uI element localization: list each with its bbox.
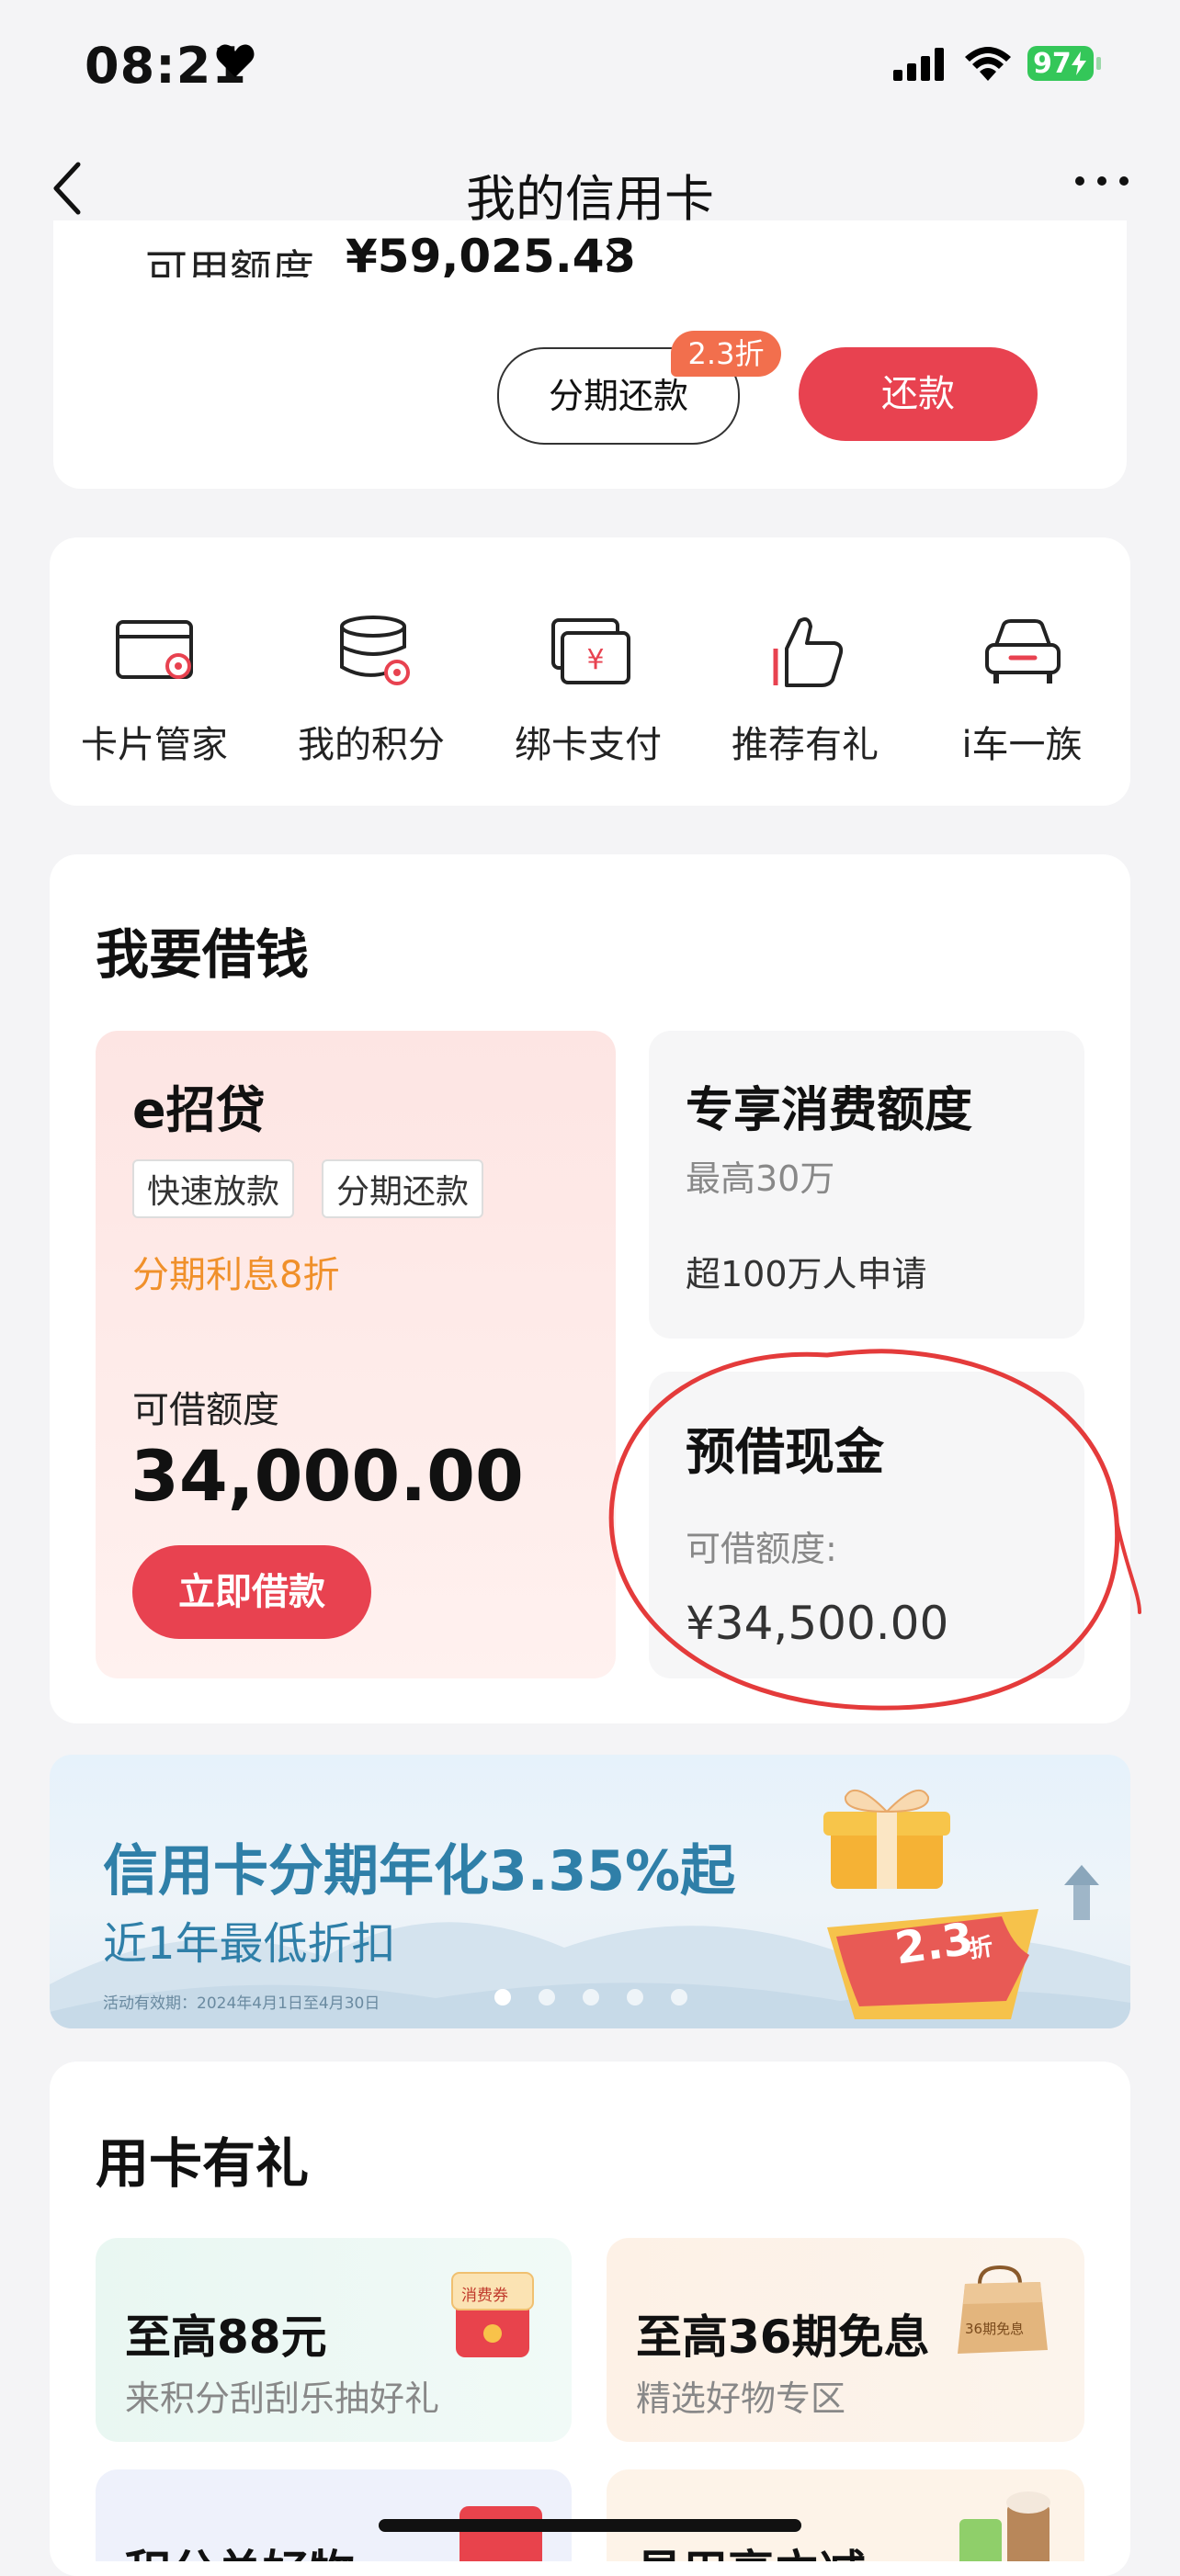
gift-card-partial-left[interactable]: 积分兑好物 [96, 2469, 572, 2561]
quick-action-label[interactable]: 我的积分 [279, 715, 463, 768]
quick-action-label[interactable]: 绑卡支付 [496, 715, 680, 768]
gift-title-partial: 积分兑好物 [125, 2536, 355, 2561]
banner-headline: 信用卡分期年化3.35%起 [103, 1839, 736, 1904]
banner-badge-unit: 折 [967, 1933, 995, 1964]
ezd-tag: 分期还款 [322, 1159, 484, 1218]
card-summary-limit-row[interactable]: 可用额度 ¥59,025.43 [53, 220, 1127, 277]
quick-action-label[interactable]: i车一族 [930, 715, 1114, 768]
repay-button[interactable]: 还款 [799, 347, 1038, 441]
ezd-limit-label: 可借额度 [132, 1389, 279, 1431]
thumbs-up-icon[interactable] [772, 614, 845, 689]
banner-subline: 近1年最低折扣 [103, 1918, 396, 1970]
card-settings-icon[interactable] [116, 618, 195, 683]
gift-box-partial-icon [460, 2506, 542, 2561]
battery-cap [1096, 57, 1101, 70]
shopping-bag-icon: 36期免息 [952, 2265, 1053, 2357]
wifi-icon [963, 44, 1013, 81]
coupon-label: 消费券 [461, 2287, 508, 2305]
battery-level: 97 [1033, 48, 1072, 80]
points-coins-icon[interactable] [336, 616, 415, 689]
exclusive-credit-subtitle: 最高30万 [686, 1158, 835, 1199]
banner-badge-value: 2.3 [891, 1913, 977, 1975]
carousel-dot[interactable] [539, 1989, 555, 2005]
available-limit-label: 可用额度 [145, 245, 314, 277]
available-limit-value: ¥59,025.43 [346, 230, 637, 277]
gift-desc: 精选好物专区 [636, 2378, 846, 2419]
exclusive-credit-title: 专享消费额度 [686, 1083, 973, 1138]
carousel-dot[interactable] [671, 1989, 687, 2005]
discount-badge: 2.3折 [671, 331, 781, 377]
gift-title: 至高36期免息 [636, 2310, 930, 2364]
borrow-section-title: 我要借钱 [96, 923, 310, 986]
red-envelope-coupon-icon: 消费券 [448, 2269, 537, 2361]
ezd-tag: 快速放款 [132, 1159, 295, 1218]
installment-promo-banner[interactable]: 信用卡分期年化3.35%起 近1年最低折扣 活动有效期：2024年4月1日至4月… [50, 1755, 1130, 2028]
heart-icon [215, 42, 255, 79]
gift-title-partial: 易用享立减 [636, 2536, 866, 2561]
gift-box-icon [818, 1779, 956, 1898]
red-handdrawn-circle-annotation [597, 1337, 1149, 1723]
chevron-right-icon [605, 243, 621, 268]
gift-card-partial-right[interactable]: 易用享立减 [607, 2469, 1084, 2561]
quick-action-label[interactable]: 推荐有礼 [713, 715, 897, 768]
interest-free-tag: 36期免息 [965, 2321, 1025, 2337]
borrow-now-button[interactable]: 立即借款 [132, 1545, 371, 1639]
cellular-signal-icon [893, 48, 947, 81]
car-icon[interactable] [983, 617, 1062, 685]
ezd-promo: 分期利息8折 [132, 1254, 340, 1296]
ezd-limit-value: 34,000.00 [130, 1435, 524, 1517]
battery-indicator: 97 [1027, 46, 1094, 81]
home-indicator[interactable] [379, 2519, 801, 2532]
exclusive-credit-note: 超100万人申请 [686, 1254, 927, 1294]
carousel-dot[interactable] [627, 1989, 643, 2005]
drinks-icon [954, 2486, 1055, 2561]
bind-card-pay-icon[interactable]: ¥ [551, 618, 630, 686]
gift-title: 至高88元 [125, 2310, 327, 2364]
more-options-icon[interactable] [1074, 175, 1129, 187]
svg-text:¥: ¥ [586, 644, 604, 676]
gifts-section-title: 用卡有礼 [96, 2132, 310, 2195]
banner-footnote: 活动有效期：2024年4月1日至4月30日 [103, 1994, 380, 2013]
charging-bolt-icon [1072, 51, 1086, 75]
ezd-name: e招贷 [132, 1081, 266, 1139]
quick-action-label[interactable]: 卡片管家 [62, 715, 246, 768]
carousel-dot-active[interactable] [494, 1989, 511, 2005]
gift-desc: 来积分刮刮乐抽好礼 [125, 2378, 440, 2419]
carousel-dot[interactable] [583, 1989, 599, 2005]
